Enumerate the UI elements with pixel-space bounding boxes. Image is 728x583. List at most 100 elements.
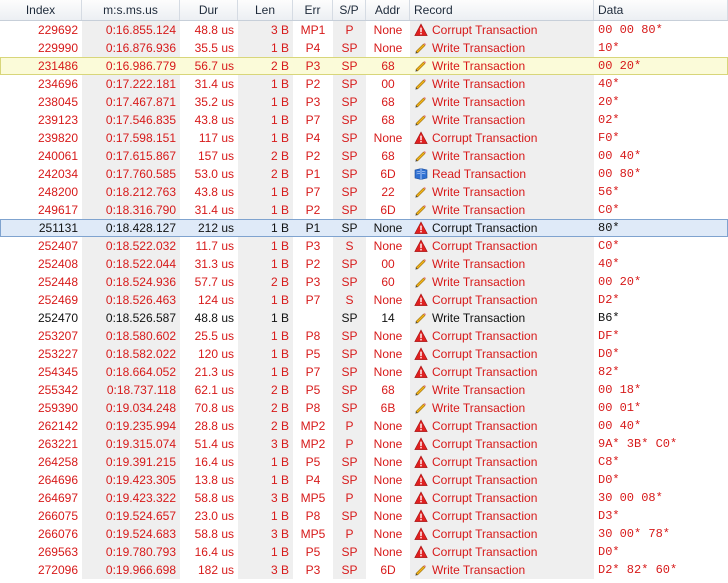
cell-data: D3* [598, 509, 620, 523]
cell-data: 40* [598, 77, 620, 91]
record-label: Write Transaction [432, 563, 526, 577]
table-row[interactable]: 249617 0:18.316.790 31.4 us 1 B P2 SP 6D Write … [0, 201, 728, 219]
table-row[interactable]: 239123 0:17.546.835 43.8 us 1 B P7 SP 68 Write … [0, 111, 728, 129]
pencil-icon [414, 401, 428, 415]
table-row[interactable]: 253207 0:18.580.602 25.5 us 1 B P8 SP None Corr… [0, 327, 728, 345]
table-row[interactable]: 240061 0:17.615.867 157 us 2 B P2 SP 68 Write T… [0, 147, 728, 165]
table-row[interactable]: 242034 0:17.760.585 53.0 us 2 B P1 SP 6D Read T… [0, 165, 728, 183]
table-row[interactable]: 266076 0:19.524.683 58.8 us 3 B MP5 P None Corr… [0, 525, 728, 543]
cell-dur: 31.3 us [194, 257, 234, 271]
col-header-data[interactable]: Data [594, 0, 728, 20]
cell-sp: SP [333, 543, 366, 561]
cell-index: 231486 [37, 59, 78, 73]
table-row[interactable]: 234696 0:17.222.181 31.4 us 1 B P2 SP 00 Write … [0, 75, 728, 93]
cell-len: 2 B [238, 417, 293, 435]
table-row[interactable]: 252470 0:18.526.587 48.8 us 1 B SP 14 Write Tr… [0, 309, 728, 327]
cell-data: 30 00* 78* [598, 527, 671, 541]
col-header-err[interactable]: Err [293, 0, 333, 20]
cell-index: 238045 [37, 95, 78, 109]
col-header-len[interactable]: Len [238, 0, 293, 20]
table-row[interactable]: 251131 0:18.428.127 212 us 1 B P1 SP None Corru… [0, 219, 728, 237]
cell-index: 240061 [37, 149, 78, 163]
table-row[interactable]: 272096 0:19.966.698 182 us 3 B P3 SP 6D Write T… [0, 561, 728, 579]
cell-dur: 62.1 us [194, 383, 234, 397]
cell-len: 3 B [238, 525, 293, 543]
table-row[interactable]: 229990 0:16.876.936 35.5 us 1 B P4 SP None Writ… [0, 39, 728, 57]
col-header-sp[interactable]: S/P [333, 0, 366, 20]
cell-addr: 68 [381, 383, 395, 397]
cell-record: Corrupt Transaction [410, 525, 594, 543]
table-row[interactable]: 252469 0:18.526.463 124 us 1 B P7 S None Corrup… [0, 291, 728, 309]
cell-time: 0:18.522.032 [82, 237, 180, 255]
cell-index: 266075 [37, 509, 78, 523]
cell-len: 1 B [238, 291, 293, 309]
col-header-record[interactable]: Record [410, 0, 594, 20]
table-row[interactable]: 238045 0:17.467.871 35.2 us 1 B P3 SP 68 Write … [0, 93, 728, 111]
cell-data: 9A* 3B* C0* [598, 437, 678, 451]
cell-dur: 23.0 us [194, 509, 234, 523]
cell-record: Read Transaction [410, 165, 594, 183]
table-row[interactable]: 264697 0:19.423.322 58.8 us 3 B MP5 P None Corr… [0, 489, 728, 507]
cell-dur: 35.2 us [194, 95, 234, 109]
table-row[interactable]: 255342 0:18.737.118 62.1 us 2 B P5 SP 68 Write … [0, 381, 728, 399]
cell-err: P5 [305, 383, 321, 397]
table-row[interactable]: 231486 0:16.986.779 56.7 us 2 B P3 SP 68 Write … [0, 57, 728, 75]
table-row[interactable]: 266075 0:19.524.657 23.0 us 1 B P8 SP None Corr… [0, 507, 728, 525]
cell-sp: SP [333, 183, 366, 201]
cell-time: 0:18.582.022 [82, 345, 180, 363]
cell-dur: 48.8 us [194, 23, 234, 37]
table-row[interactable]: 264258 0:19.391.215 16.4 us 1 B P5 SP None Corr… [0, 453, 728, 471]
cell-time: 0:19.235.994 [82, 417, 180, 435]
table-row[interactable]: 248200 0:18.212.763 43.8 us 1 B P7 SP 22 Write … [0, 183, 728, 201]
cell-time: 0:19.524.683 [82, 525, 180, 543]
record-label: Corrupt Transaction [432, 527, 538, 541]
table-row[interactable]: 259390 0:19.034.248 70.8 us 2 B P8 SP 6B Write … [0, 399, 728, 417]
cell-err: P5 [305, 545, 321, 559]
cell-sp: SP [333, 273, 366, 291]
table-row[interactable]: 269563 0:19.780.793 16.4 us 1 B P5 SP None Corr… [0, 543, 728, 561]
table-row[interactable]: 262142 0:19.235.994 28.8 us 2 B MP2 P None Corr… [0, 417, 728, 435]
table-row[interactable]: 252407 0:18.522.032 11.7 us 1 B P3 S None Corru… [0, 237, 728, 255]
cell-err: P7 [305, 113, 321, 127]
cell-err: P3 [305, 275, 321, 289]
col-header-index[interactable]: Index [0, 0, 82, 20]
cell-err: P7 [305, 365, 321, 379]
table-row[interactable]: 253227 0:18.582.022 120 us 1 B P5 SP None Corru… [0, 345, 728, 363]
col-header-dur[interactable]: Dur [180, 0, 238, 20]
cell-dur: 70.8 us [194, 401, 234, 415]
cell-dur: 21.3 us [194, 365, 234, 379]
book-icon [414, 167, 428, 181]
cell-err: P8 [305, 329, 321, 343]
table-row[interactable]: 239820 0:17.598.151 117 us 1 B P4 SP None Corru… [0, 129, 728, 147]
record-label: Corrupt Transaction [432, 545, 538, 559]
table-row[interactable]: 229692 0:16.855.124 48.8 us 3 B MP1 P None Corr… [0, 21, 728, 39]
cell-addr: None [373, 455, 403, 469]
col-header-addr[interactable]: Addr [366, 0, 410, 20]
cell-record: Write Transaction [410, 561, 594, 579]
col-header-time[interactable]: m:s.ms.us [82, 0, 180, 20]
table-row[interactable]: 254345 0:18.664.052 21.3 us 1 B P7 SP None Corr… [0, 363, 728, 381]
cell-addr: 6D [380, 563, 396, 577]
table-row[interactable]: 252448 0:18.524.936 57.7 us 2 B P3 SP 60 Write … [0, 273, 728, 291]
table-row[interactable]: 252408 0:18.522.044 31.3 us 1 B P2 SP 00 Write … [0, 255, 728, 273]
cell-index: 262142 [37, 419, 78, 433]
table-row[interactable]: 263221 0:19.315.074 51.4 us 3 B MP2 P None Corr… [0, 435, 728, 453]
cell-data: D2* [598, 293, 620, 307]
cell-sp: SP [333, 111, 366, 129]
cell-data: 40* [598, 257, 620, 271]
warning-icon [414, 365, 428, 379]
cell-dur: 157 us [197, 149, 234, 163]
cell-err: P3 [305, 95, 321, 109]
cell-sp: SP [333, 309, 366, 327]
cell-data: 80* [598, 221, 620, 235]
table-row[interactable]: 264696 0:19.423.305 13.8 us 1 B P4 SP None Corr… [0, 471, 728, 489]
cell-data: 00 01* [598, 401, 642, 415]
cell-record: Corrupt Transaction [410, 327, 594, 345]
cell-index: 253207 [37, 329, 78, 343]
cell-record: Corrupt Transaction [410, 291, 594, 309]
cell-dur: 13.8 us [194, 473, 234, 487]
cell-data: C8* [598, 455, 620, 469]
cell-err: P5 [305, 347, 321, 361]
cell-addr: 6D [380, 167, 396, 181]
cell-index: 255342 [37, 383, 78, 397]
